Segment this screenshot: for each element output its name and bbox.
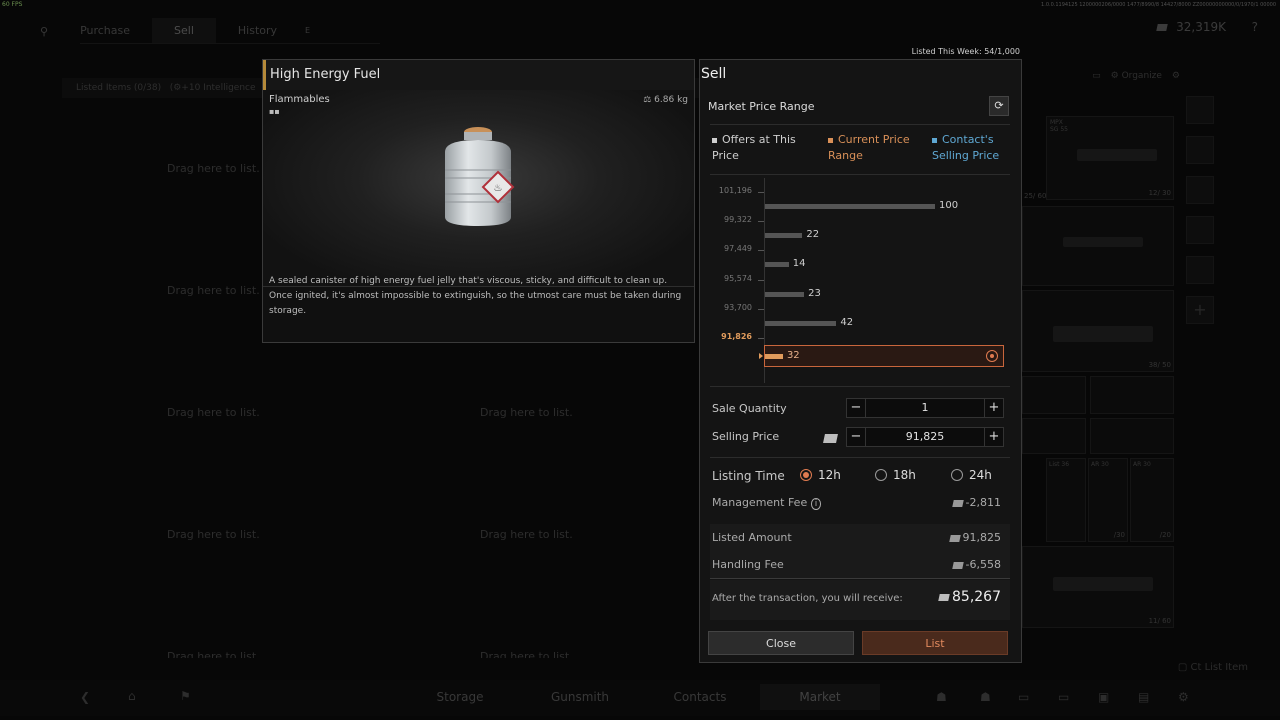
fuel-canister-image: ♨ <box>445 127 515 226</box>
money-icon <box>823 434 838 443</box>
handling-fee-value: -6,558 <box>951 558 1001 571</box>
item-description: A sealed canister of high energy fuel je… <box>269 276 682 316</box>
item-name: High Energy Fuel <box>263 60 694 90</box>
chart-bar-value: 14 <box>792 258 806 270</box>
chart-tick <box>758 338 764 339</box>
chart-tick <box>758 192 764 193</box>
chart-bar-value: 42 <box>840 316 854 328</box>
chart-bar <box>765 354 783 359</box>
quantity-input[interactable]: 1 <box>866 398 984 418</box>
info-icon[interactable]: i <box>810 498 822 510</box>
radio-icon <box>951 469 963 481</box>
refresh-icon[interactable]: ⟳ <box>989 96 1009 116</box>
chart-bar-value: 100 <box>939 200 959 211</box>
chart-bar <box>765 204 935 209</box>
quantity-increase-button[interactable]: + <box>984 398 1004 418</box>
chart-bar <box>765 291 805 297</box>
listing-time-24h[interactable]: 24h <box>951 468 992 482</box>
divider <box>710 386 1010 387</box>
divider <box>710 457 1010 458</box>
price-stepper: − 91,825 + <box>846 427 1004 447</box>
price-input[interactable]: 91,825 <box>866 427 984 447</box>
listed-amount-label: Listed Amount <box>712 531 792 544</box>
listing-time-18h[interactable]: 18h <box>875 468 916 482</box>
chart-bar <box>765 233 803 239</box>
price-range-chart: 101,196 100 99,322 22 97,449 14 95,574 23 93,700… <box>708 178 1010 388</box>
item-category: Flammables <box>269 94 330 105</box>
money-icon <box>938 593 950 601</box>
money-icon <box>951 561 964 569</box>
item-weight: ⚖ 6.86 kg <box>643 95 688 105</box>
legend-contact-price: Contact's Selling Price <box>932 132 1014 164</box>
sale-quantity-label: Sale Quantity <box>712 402 787 415</box>
option-label: 18h <box>893 468 916 482</box>
divider <box>710 124 1010 125</box>
receive-amount: 85,267 <box>952 589 1001 605</box>
chart-y-label: 99,322 <box>724 215 752 225</box>
listing-time-12h[interactable]: 12h <box>800 468 841 482</box>
money-icon <box>951 499 964 507</box>
listed-this-week: Listed This Week: 54/1,000 <box>911 47 1020 56</box>
handling-fee: -6,558 <box>965 558 1001 571</box>
weight-icon: ⚖ <box>643 95 652 105</box>
chart-y-label: 91,826 <box>721 332 752 341</box>
item-image-area: Flammables ▪▪ ⚖ 6.86 kg ♨ <box>263 90 694 287</box>
chart-tick <box>758 250 764 252</box>
legend-label: Current Price Range <box>828 133 910 162</box>
market-price-range-label: Market Price Range <box>708 100 815 113</box>
management-fee-value: -2,811 <box>951 496 1001 509</box>
item-detail-panel: High Energy Fuel Flammables ▪▪ ⚖ 6.86 kg <box>262 59 695 343</box>
chart-tick <box>758 308 764 310</box>
handling-fee-label: Handling Fee <box>712 558 784 571</box>
divider <box>710 174 1010 175</box>
radio-selected-icon <box>800 469 812 481</box>
svg-text:♨: ♨ <box>494 183 503 194</box>
legend-current-range: Current Price Range <box>828 132 918 164</box>
chart-bar-value: 22 <box>806 229 820 241</box>
divider <box>710 578 1010 579</box>
chart-bar <box>765 320 837 326</box>
legend-label: Contact's Selling Price <box>932 133 1000 162</box>
management-fee-row: Management Fee i <box>712 496 822 510</box>
selling-price-label: Selling Price <box>712 430 780 443</box>
sell-panel: Sell Market Price Range ⟳ Offers at This… <box>699 59 1022 663</box>
selected-price-row[interactable]: 32 <box>764 345 1004 367</box>
listed-amount-value: 91,825 <box>948 531 1002 544</box>
receive-value: 85,267 <box>938 589 1001 605</box>
sell-title: Sell <box>701 66 727 82</box>
listed-amount: 91,825 <box>962 531 1002 544</box>
management-fee-amount: -2,811 <box>965 496 1001 509</box>
price-increase-button[interactable]: + <box>984 427 1004 447</box>
legend-swatch <box>712 137 717 143</box>
grid-icon: ▪▪ <box>269 107 280 116</box>
chart-bar <box>765 262 789 268</box>
listing-time-label: Listing Time <box>712 469 785 483</box>
quantity-stepper: − 1 + <box>846 398 1004 418</box>
chart-bar-value: 32 <box>786 350 800 361</box>
management-fee-label: Management Fee <box>712 496 808 509</box>
radio-icon <box>875 469 887 481</box>
chart-y-label: 101,196 <box>718 186 752 195</box>
chart-tick <box>758 221 764 223</box>
price-decrease-button[interactable]: − <box>846 427 866 447</box>
chart-tick <box>758 279 764 281</box>
legend-offers: Offers at This Price <box>712 132 812 164</box>
chart-y-label: 93,700 <box>724 302 752 312</box>
legend-swatch <box>932 137 937 143</box>
selected-marker-icon <box>986 350 998 362</box>
close-button[interactable]: Close <box>708 631 854 655</box>
receive-label: After the transaction, you will receive: <box>712 593 903 604</box>
list-button[interactable]: List <box>862 631 1008 655</box>
legend-swatch <box>828 137 833 143</box>
option-label: 24h <box>969 468 992 482</box>
money-icon <box>948 534 961 542</box>
quantity-decrease-button[interactable]: − <box>846 398 866 418</box>
legend-label: Offers at This Price <box>712 133 796 162</box>
pointer-arrow-icon <box>759 353 763 359</box>
option-label: 12h <box>818 468 841 482</box>
weight-value: 6.86 kg <box>654 95 688 105</box>
chart-y-label: 97,449 <box>724 244 752 254</box>
chart-y-label: 95,574 <box>724 273 752 283</box>
chart-bar-value: 23 <box>808 287 821 299</box>
